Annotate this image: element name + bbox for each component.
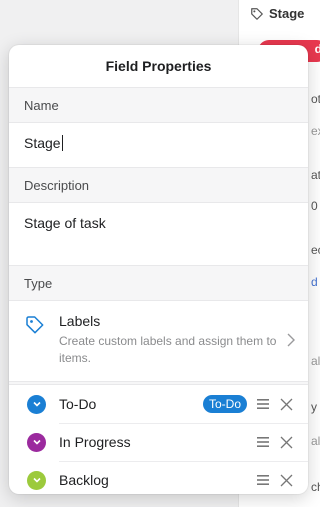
label-name: To-Do <box>59 396 97 412</box>
drag-handle-icon[interactable] <box>256 474 270 486</box>
background-column-title: Stage <box>269 6 305 21</box>
label-item[interactable]: In Progress <box>9 423 308 461</box>
close-icon[interactable] <box>280 398 293 411</box>
type-section-heading: Type <box>9 265 308 301</box>
color-dropdown-icon[interactable] <box>27 470 46 490</box>
drag-handle-icon[interactable] <box>256 398 270 410</box>
color-dropdown-icon[interactable] <box>27 394 46 414</box>
label-name: In Progress <box>59 434 131 450</box>
label-item[interactable]: Backlog <box>9 461 308 494</box>
background-fragment: at <box>311 168 320 182</box>
description-field-value: Stage of task <box>24 215 106 231</box>
background-fragment: ot <box>311 92 320 106</box>
type-description: Create custom labels and assign them to … <box>59 334 277 365</box>
background-fragment: d <box>314 42 320 56</box>
description-section-heading: Description <box>9 167 308 203</box>
field-properties-popover: Field Properties Name Stage Description … <box>9 45 308 494</box>
background-fragment: 0 <box>311 199 318 213</box>
text-caret <box>61 135 63 151</box>
background-fragment: d a <box>311 275 320 289</box>
drag-handle-icon[interactable] <box>256 436 270 448</box>
background-fragment: al <box>311 434 320 448</box>
chevron-right-icon <box>287 333 295 347</box>
label-item[interactable]: To-Do To-Do <box>9 385 308 423</box>
name-section-heading: Name <box>9 87 308 123</box>
label-name: Backlog <box>59 472 109 488</box>
background-column-header[interactable]: Stage <box>250 6 304 21</box>
background-fragment: y <box>311 400 317 414</box>
background-fragment: ec <box>311 243 320 257</box>
tag-icon <box>26 316 44 334</box>
name-field-value: Stage <box>24 135 61 151</box>
background-fragment: ch <box>311 480 320 494</box>
close-icon[interactable] <box>280 474 293 487</box>
close-icon[interactable] <box>280 436 293 449</box>
background-fragment: ex <box>311 124 320 138</box>
label-tag-preview: To-Do <box>202 395 247 413</box>
description-field[interactable]: Stage of task <box>9 203 308 261</box>
color-dropdown-icon[interactable] <box>27 432 46 452</box>
popover-title: Field Properties <box>105 58 212 74</box>
type-selector[interactable]: Labels Create custom labels and assign t… <box>9 301 308 381</box>
type-name: Labels <box>59 313 101 329</box>
background-fragment: al <box>311 354 320 368</box>
tag-icon <box>251 7 263 20</box>
name-field[interactable]: Stage <box>9 123 308 163</box>
